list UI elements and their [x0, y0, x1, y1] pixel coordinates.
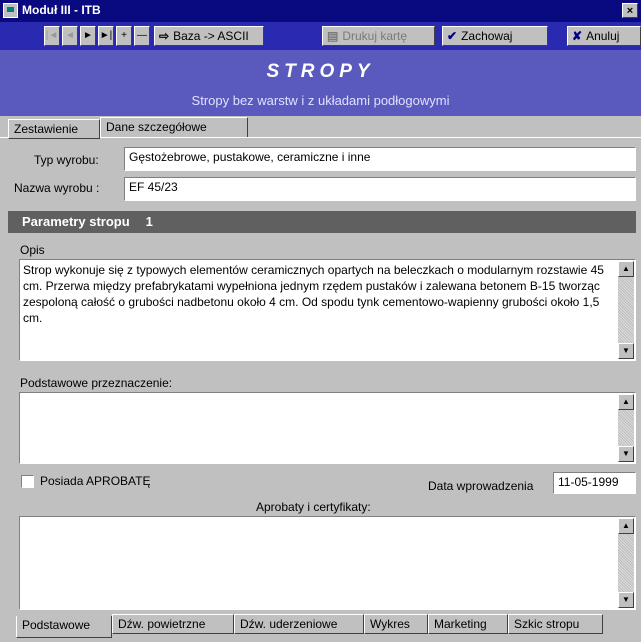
baza-ascii-button[interactable]: ⇨ Baza -> ASCII — [154, 26, 264, 46]
scroll-down-icon[interactable]: ▼ — [618, 446, 634, 462]
tab-dzw-uderzeniowe[interactable]: Dźw. uderzeniowe — [234, 614, 364, 634]
typ-wyrobu-field[interactable]: Gęstożebrowe, pustakowe, ceramiczne i in… — [124, 147, 636, 171]
top-tabs: Zestawienie Dane szczegółowe — [0, 116, 641, 139]
opis-text: Strop wykonuje się z typowych elementów … — [23, 263, 604, 325]
bottom-tabs: Podstawowe Dźw. powietrzne Dźw. uderzeni… — [0, 612, 641, 642]
opis-scrollbar[interactable]: ▲ ▼ — [618, 261, 634, 359]
params-label: Parametry stropu — [22, 214, 130, 229]
przeznaczenie-textarea[interactable]: ▲ ▼ — [19, 392, 636, 464]
anuluj-label: Anuluj — [586, 29, 620, 43]
tab-podstawowe[interactable]: Podstawowe — [16, 616, 112, 638]
tab-dzw-powietrzne[interactable]: Dźw. powietrzne — [112, 614, 234, 634]
opis-textarea[interactable]: Strop wykonuje się z typowych elementów … — [19, 259, 636, 361]
window-title: Moduł III - ITB — [22, 3, 101, 17]
nazwa-wyrobu-label: Nazwa wyrobu : — [14, 181, 100, 195]
first-record-button[interactable]: |◄ — [44, 26, 60, 46]
tab-dane-szczegolowe[interactable]: Dane szczegółowe — [100, 117, 248, 137]
checkmark-icon: ✔ — [447, 29, 458, 43]
typ-wyrobu-label: Typ wyrobu: — [34, 153, 99, 167]
data-wprowadzenia-field[interactable]: 11-05-1999 — [553, 472, 636, 494]
anuluj-button[interactable]: ✘ Anuluj — [567, 26, 641, 46]
cross-icon: ✘ — [572, 29, 583, 43]
app-icon — [3, 3, 18, 18]
next-record-button[interactable]: ► — [80, 26, 96, 46]
aprobaty-scrollbar[interactable]: ▲ ▼ — [618, 518, 634, 608]
scroll-up-icon[interactable]: ▲ — [618, 518, 634, 534]
aprobaty-textarea[interactable]: ▲ ▼ — [19, 516, 636, 610]
opis-label: Opis — [20, 243, 45, 257]
tab-marketing[interactable]: Marketing — [428, 614, 508, 634]
title-bar: Moduł III - ITB × — [0, 0, 641, 22]
scroll-up-icon[interactable]: ▲ — [618, 394, 634, 410]
prev-record-button[interactable]: ◄ — [62, 26, 78, 46]
baza-ascii-label: Baza -> ASCII — [173, 29, 249, 43]
last-record-button[interactable]: ►| — [98, 26, 114, 46]
toolbar: |◄ ◄ ► ►| + — ⇨ Baza -> ASCII ▤ Drukuj kar… — [0, 22, 641, 50]
nazwa-wyrobu-field[interactable]: EF 45/23 — [124, 177, 636, 201]
data-wprowadzenia-label: Data wprowadzenia — [428, 479, 534, 493]
tab-zestawienie[interactable]: Zestawienie — [8, 119, 100, 139]
przeznaczenie-scrollbar[interactable]: ▲ ▼ — [618, 394, 634, 462]
delete-record-button[interactable]: — — [134, 26, 150, 46]
aprobata-label: Posiada APROBATĘ — [40, 474, 151, 488]
zachowaj-label: Zachowaj — [461, 29, 513, 43]
aprobata-checkbox[interactable] — [21, 475, 34, 488]
export-icon: ⇨ — [159, 29, 170, 43]
add-record-button[interactable]: + — [116, 26, 132, 46]
params-bar: Parametry stropu 1 — [8, 211, 636, 233]
print-icon: ▤ — [327, 29, 339, 43]
page-subtitle: Stropy bez warstw i z układami podłogowy… — [191, 93, 450, 108]
tab-wykres[interactable]: Wykres — [364, 614, 428, 634]
scroll-down-icon[interactable]: ▼ — [618, 592, 634, 608]
tab-szkic-stropu[interactable]: Szkic stropu — [508, 614, 603, 634]
module-header: STROPY Stropy bez warstw i z układami po… — [0, 50, 641, 116]
params-number: 1 — [145, 214, 153, 229]
page-title: STROPY — [266, 61, 375, 82]
drukuj-karte-label: Drukuj kartę — [342, 29, 408, 43]
drukuj-karte-button[interactable]: ▤ Drukuj kartę — [322, 26, 435, 46]
zachowaj-button[interactable]: ✔ Zachowaj — [442, 26, 548, 46]
close-window-button[interactable]: × — [622, 3, 638, 18]
przeznaczenie-label: Podstawowe przeznaczenie: — [20, 376, 173, 390]
scroll-down-icon[interactable]: ▼ — [618, 343, 634, 359]
scroll-up-icon[interactable]: ▲ — [618, 261, 634, 277]
aprobaty-label: Aprobaty i certyfikaty: — [256, 500, 371, 514]
